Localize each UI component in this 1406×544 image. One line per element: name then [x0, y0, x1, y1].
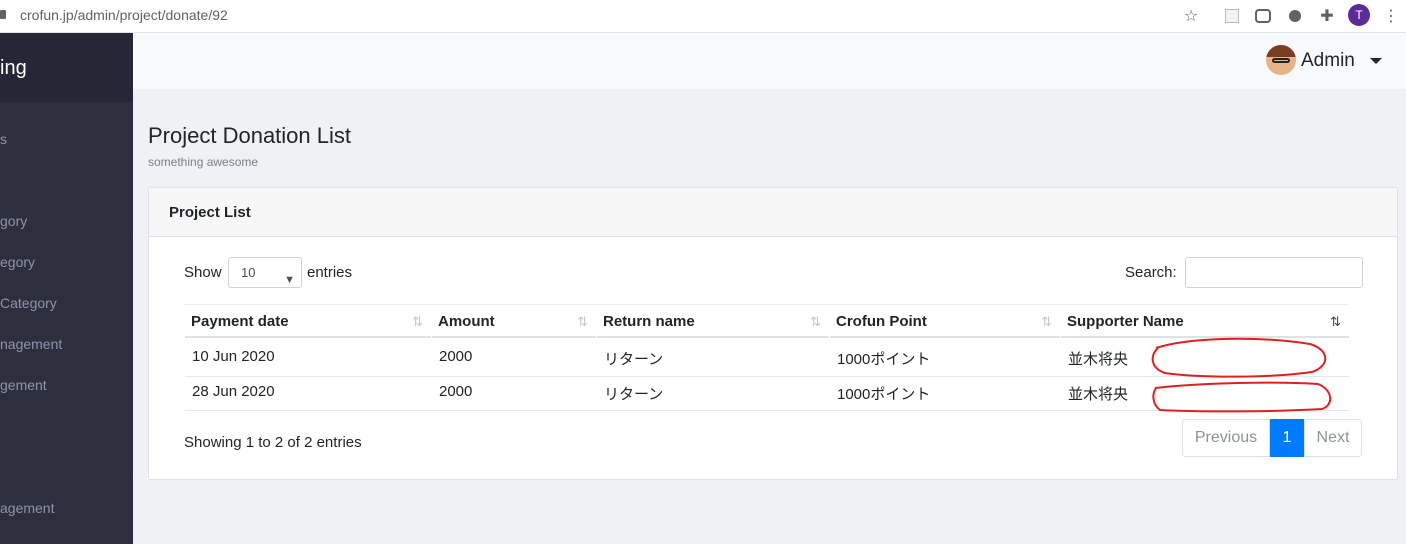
redaction-scribble — [1151, 337, 1327, 378]
redaction-scribble-overlay — [1151, 337, 1332, 413]
redaction-scribble — [1152, 381, 1332, 413]
